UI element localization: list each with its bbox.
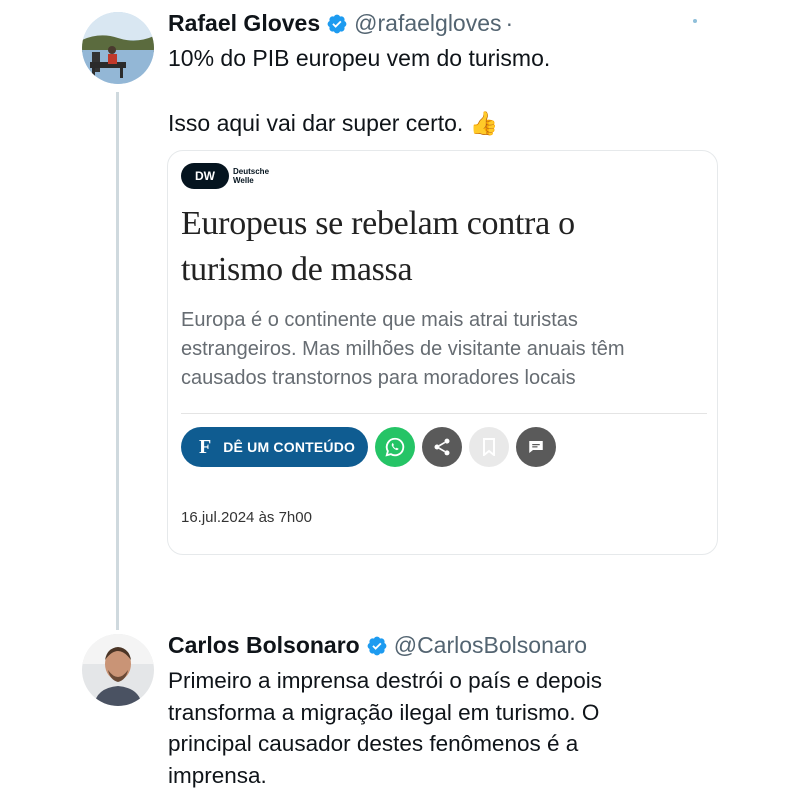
donate-label: DÊ UM CONTEÚDO <box>223 439 356 455</box>
tweet2-header: Carlos Bolsonaro @CarlosBolsonaro <box>168 632 587 659</box>
article-headline: Europeus se rebelam contra o turismo de … <box>181 205 575 288</box>
tweet1-text-line1: 10% do PIB europeu vem do turismo. <box>168 45 551 71</box>
whatsapp-share-button[interactable] <box>375 427 415 467</box>
share-icon <box>434 438 450 456</box>
article-actions: F DÊ UM CONTEÚDO <box>181 427 556 467</box>
share-button[interactable] <box>422 427 462 467</box>
dw-badge-icon: DW <box>181 163 229 189</box>
thread-connector-line <box>116 92 119 630</box>
comment-icon <box>529 441 543 453</box>
article-date: 16.jul.2024 às 7h00 <box>181 509 312 526</box>
dw-logo-text: Deutsche Welle <box>233 167 270 185</box>
sparkle-mark <box>693 19 697 23</box>
separator-dot: · <box>505 10 514 36</box>
handle[interactable]: @CarlosBolsonaro <box>394 632 587 659</box>
whatsapp-icon <box>385 437 405 457</box>
bookmark-button[interactable] <box>469 427 509 467</box>
article-card[interactable]: DW Deutsche Welle Europeus se rebelam co… <box>167 150 718 555</box>
comment-button[interactable] <box>516 427 556 467</box>
avatar-carlos[interactable] <box>82 634 154 706</box>
handle[interactable]: @rafaelgloves <box>354 10 501 37</box>
avatar-photo-lake <box>82 12 154 84</box>
dw-logo: DW Deutsche Welle <box>181 163 269 189</box>
bookmark-icon <box>483 438 495 456</box>
avatar-rafael[interactable] <box>82 12 154 84</box>
verified-badge-icon <box>326 13 348 35</box>
verified-badge-icon <box>366 635 388 657</box>
tweet2-text: Primeiro a imprensa destrói o país e dep… <box>168 668 602 788</box>
tweet1-header: Rafael Gloves @rafaelgloves · <box>168 10 513 37</box>
tweet1-text-line2: Isso aqui vai dar super certo. 👍 <box>168 110 499 136</box>
donate-f-icon: F <box>199 435 212 458</box>
card-divider <box>181 413 707 414</box>
display-name[interactable]: Carlos Bolsonaro <box>168 632 360 659</box>
article-summary: Europa é o continente que mais atrai tur… <box>181 309 625 389</box>
display-name[interactable]: Rafael Gloves <box>168 10 320 37</box>
donate-button[interactable]: F DÊ UM CONTEÚDO <box>181 427 368 467</box>
avatar-photo-portrait <box>82 634 154 706</box>
